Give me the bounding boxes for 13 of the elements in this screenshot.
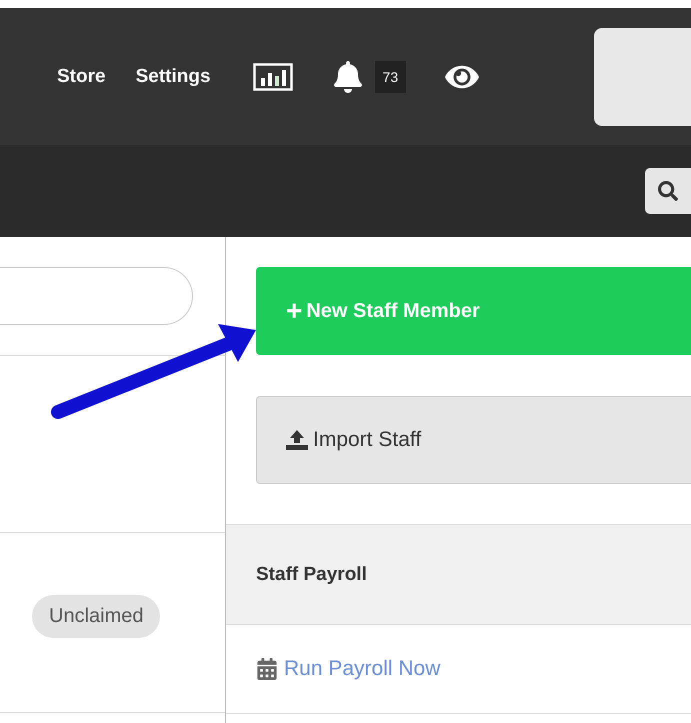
nav-link[interactable]: Settings xyxy=(136,66,211,88)
notification-count: 73 xyxy=(374,60,406,92)
bar-chart-icon[interactable] xyxy=(252,62,293,90)
nav-link[interactable]: Store xyxy=(57,66,106,88)
search-field[interactable] xyxy=(0,267,193,325)
bell-icon[interactable] xyxy=(332,60,363,92)
panel-title: Staff Payroll xyxy=(256,564,367,586)
import-staff-button[interactable]: Import Staff xyxy=(256,396,691,484)
status-badge: Unclaimed xyxy=(32,595,160,638)
upload-icon xyxy=(285,429,309,451)
search-icon xyxy=(658,181,678,201)
calendar-icon xyxy=(256,658,278,680)
search-button[interactable] xyxy=(645,168,691,214)
